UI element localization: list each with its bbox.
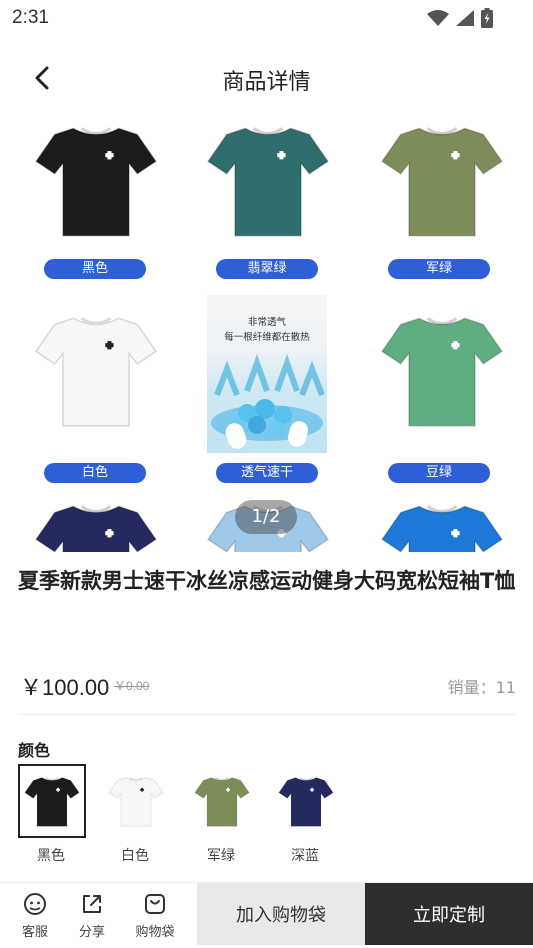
share-label: 分享 — [78, 925, 105, 940]
status-bar: 2:31 — [0, 0, 533, 36]
shopping-bag-button[interactable]: 购物袋 — [130, 891, 180, 940]
product-title: 夏季新款男士速干冰丝凉感运动健身大码宽松短袖T恤 — [18, 569, 516, 593]
page-title: 商品详情 — [222, 70, 311, 95]
gallery-shirt-image — [206, 118, 330, 242]
swatch-shirt-image — [194, 777, 250, 827]
color-swatch[interactable] — [272, 764, 340, 838]
fiber-cooling-graphic — [211, 354, 325, 449]
nav-bar: 商品详情 — [0, 52, 533, 104]
gallery-shirt-image — [34, 118, 158, 242]
sales-count: 销量：11 — [447, 678, 516, 697]
price-row: ￥100.00 ￥0.00 销量：11 — [20, 668, 516, 700]
gallery-color-label: 白色 — [44, 463, 146, 483]
gallery-shirt-image — [380, 295, 504, 445]
color-swatch-label: 军绿 — [207, 848, 235, 864]
gallery-color-label: 翡翠绿 — [216, 259, 318, 279]
add-to-bag-button[interactable]: 加入购物袋 — [197, 883, 365, 945]
battery-icon — [481, 8, 493, 28]
swatch-shirt-image — [24, 777, 80, 827]
tshirt-image — [34, 505, 158, 552]
color-swatch[interactable] — [188, 764, 256, 838]
gallery-color-label: 黑色 — [44, 259, 146, 279]
status-icons — [427, 8, 493, 28]
gallery-shirt-image — [380, 118, 504, 242]
gallery-shirt-image — [380, 496, 504, 552]
gallery-page-indicator: 1/2 — [235, 500, 297, 534]
product-image-gallery[interactable]: 黑色 翡翠绿 军绿白色 非常透气 每一根纤维都在散热透气速干 豆绿 — [0, 118, 533, 552]
color-swatch[interactable] — [102, 764, 170, 838]
tshirt-image — [380, 505, 504, 552]
customer-service-label: 客服 — [21, 925, 48, 940]
bottom-action-bar: 客服 分享 购物袋 加入购物袋 立即定制 — [0, 882, 533, 948]
breathable-promo-image: 非常透气 每一根纤维都在散热 — [207, 295, 327, 453]
shopping-bag-icon — [145, 894, 165, 914]
share-button[interactable]: 分享 — [67, 891, 117, 940]
gallery-color-label: 豆绿 — [388, 463, 490, 483]
gallery-shirt-image — [34, 295, 158, 445]
color-swatch-label: 白色 — [121, 848, 149, 864]
color-swatch-label: 黑色 — [37, 848, 65, 864]
shopping-bag-label: 购物袋 — [135, 925, 175, 940]
customer-service-icon — [24, 893, 46, 915]
tshirt-image — [380, 317, 504, 427]
signal-icon — [456, 10, 474, 26]
swatch-shirt-image — [108, 777, 164, 827]
divider — [18, 714, 516, 715]
color-swatch-label: 深蓝 — [291, 848, 319, 864]
customize-now-button[interactable]: 立即定制 — [365, 883, 533, 945]
tshirt-image — [34, 127, 158, 237]
gallery-shirt-image — [34, 496, 158, 552]
tshirt-image — [34, 317, 158, 427]
wifi-icon — [427, 10, 449, 26]
tshirt-image — [206, 127, 330, 237]
color-swatch[interactable] — [18, 764, 86, 838]
status-time: 2:31 — [12, 7, 49, 28]
swatch-shirt-image — [278, 777, 334, 827]
share-icon — [83, 895, 101, 913]
original-price: ￥0.00 — [114, 679, 150, 693]
customer-service-button[interactable]: 客服 — [10, 891, 60, 940]
color-option-label: 颜色 — [18, 741, 51, 760]
tshirt-image — [380, 127, 504, 237]
gallery-color-label: 军绿 — [388, 259, 490, 279]
gallery-color-label: 透气速干 — [216, 463, 318, 483]
product-price: ￥100.00 — [20, 675, 110, 700]
